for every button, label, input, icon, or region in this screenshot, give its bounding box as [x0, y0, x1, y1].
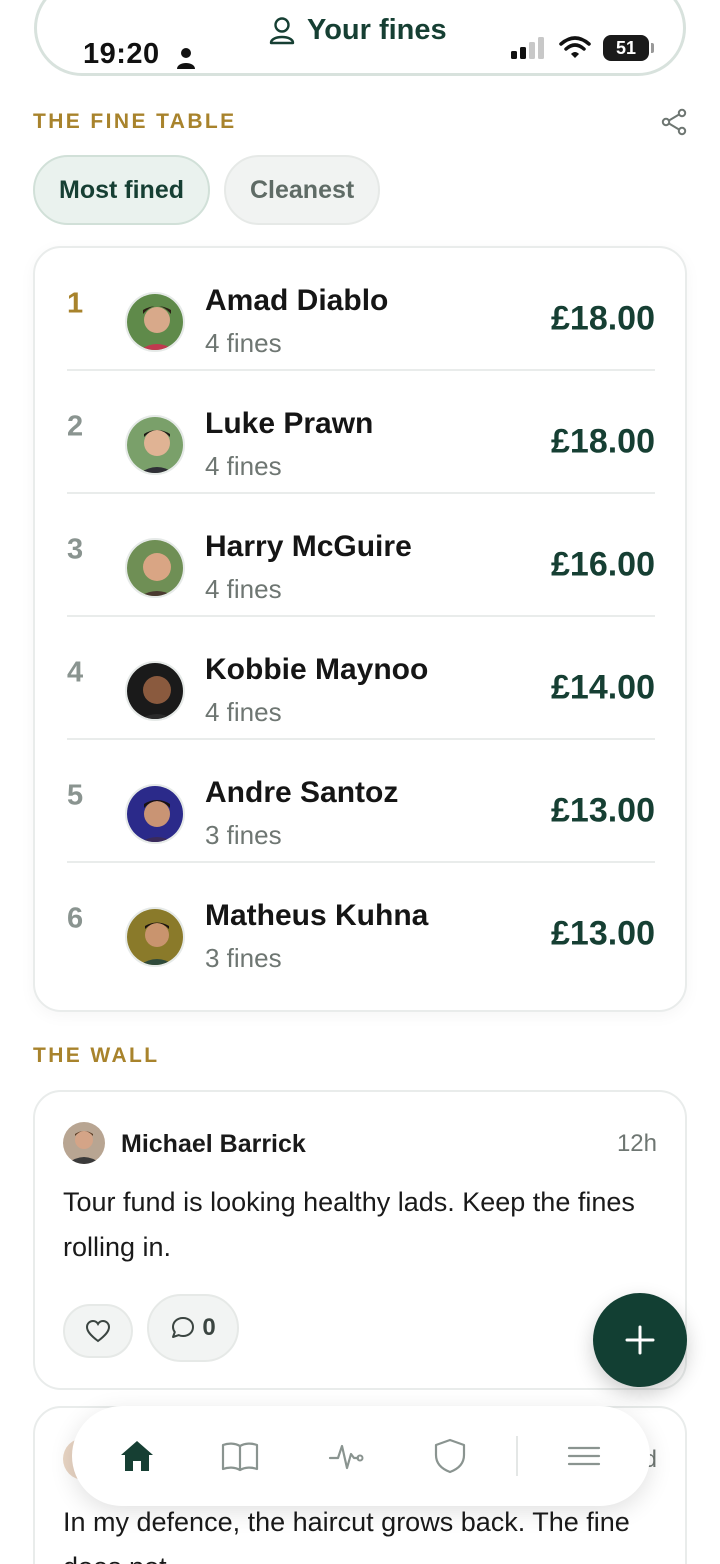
fine-count: 3 fines [205, 943, 282, 973]
activity-icon [328, 1444, 364, 1470]
comment-count: 0 [202, 1314, 216, 1341]
fine-amount: £13.00 [551, 914, 655, 953]
fine-amount: £16.00 [551, 545, 655, 584]
plus-icon [625, 1325, 655, 1355]
bottom-nav [72, 1406, 650, 1506]
tab-most-fined[interactable]: Most fined [33, 155, 210, 225]
battery-icon: 51 [603, 35, 654, 61]
home-icon [121, 1441, 153, 1471]
rank-number: 1 [67, 287, 84, 320]
battery-level: 51 [615, 37, 637, 58]
fine-count: 4 fines [205, 328, 282, 358]
fine-table-heading: THE FINE TABLE [33, 110, 237, 133]
heart-icon [85, 1319, 111, 1343]
fine-count: 3 fines [205, 820, 282, 850]
nav-shield[interactable] [430, 1436, 470, 1476]
fine-amount: £14.00 [551, 668, 655, 707]
fine-amount: £18.00 [551, 422, 655, 461]
tab-cleanest[interactable]: Cleanest [224, 155, 381, 225]
fine-table-tabs: Most fined Cleanest [33, 155, 381, 225]
share-icon[interactable] [660, 108, 688, 136]
person-icon [177, 48, 195, 69]
header-title-text: Your fines [307, 14, 447, 46]
status-bar: 19:20 Your fines 51 [34, 0, 686, 76]
avatar [125, 907, 185, 967]
fine-table-card: 1 Amad Diablo 4 fines £18.00 2 Luke Praw… [33, 246, 687, 1012]
fine-amount: £18.00 [551, 299, 655, 338]
wall-heading: THE WALL [33, 1044, 160, 1067]
avatar [125, 292, 185, 352]
comment-icon [172, 1317, 195, 1338]
avatar [125, 661, 185, 721]
avatar [125, 538, 185, 598]
post-author[interactable]: Michael Barrick [121, 1130, 306, 1159]
status-time: 19:20 [83, 38, 160, 70]
like-button[interactable] [63, 1304, 133, 1358]
player-name: Harry McGuire [205, 530, 412, 563]
table-row[interactable]: 6 Matheus Kuhna 3 fines £13.00 [67, 863, 655, 986]
table-row[interactable]: 4 Kobbie Maynoo 4 fines £14.00 [67, 617, 655, 740]
user-icon [269, 16, 295, 44]
page-title[interactable]: Your fines [269, 14, 447, 47]
player-name: Amad Diablo [205, 284, 389, 317]
post-text: Tour fund is looking healthy lads. Keep … [63, 1187, 635, 1262]
nav-menu[interactable] [564, 1436, 604, 1476]
avatar [125, 784, 185, 844]
table-row[interactable]: 3 Harry McGuire 4 fines £16.00 [67, 494, 655, 617]
wall-post: Michael Barrick 12h Tour fund is looking… [33, 1090, 687, 1390]
wifi-icon [559, 36, 591, 58]
rank-number: 5 [67, 779, 84, 812]
status-icons: 51 [511, 35, 654, 61]
menu-icon [567, 1446, 601, 1466]
shield-icon [434, 1438, 466, 1474]
fine-count: 4 fines [205, 574, 282, 604]
post-text: In my defence, the haircut grows back. T… [63, 1507, 630, 1564]
avatar [125, 415, 185, 475]
rank-number: 3 [67, 533, 84, 566]
book-icon [221, 1442, 259, 1472]
post-time: 12h [616, 1130, 657, 1157]
table-row[interactable]: 5 Andre Santoz 3 fines £13.00 [67, 740, 655, 863]
fine-amount: £13.00 [551, 791, 655, 830]
nav-divider [516, 1436, 518, 1476]
player-name: Luke Prawn [205, 407, 374, 440]
nav-activity[interactable] [326, 1436, 366, 1476]
rank-number: 4 [67, 656, 84, 689]
nav-home[interactable] [117, 1436, 157, 1476]
rank-number: 6 [67, 902, 84, 935]
player-name: Matheus Kuhna [205, 899, 429, 932]
avatar [63, 1122, 105, 1164]
fine-count: 4 fines [205, 697, 282, 727]
player-name: Andre Santoz [205, 776, 399, 809]
table-row[interactable]: 1 Amad Diablo 4 fines £18.00 [67, 248, 655, 371]
signal-icon [511, 37, 544, 59]
nav-rules[interactable] [220, 1436, 260, 1476]
table-row[interactable]: 2 Luke Prawn 4 fines £18.00 [67, 371, 655, 494]
rank-number: 2 [67, 410, 84, 443]
fine-count: 4 fines [205, 451, 282, 481]
player-name: Kobbie Maynoo [205, 653, 429, 686]
comment-button[interactable]: 0 [147, 1294, 239, 1362]
add-post-button[interactable] [593, 1293, 687, 1387]
